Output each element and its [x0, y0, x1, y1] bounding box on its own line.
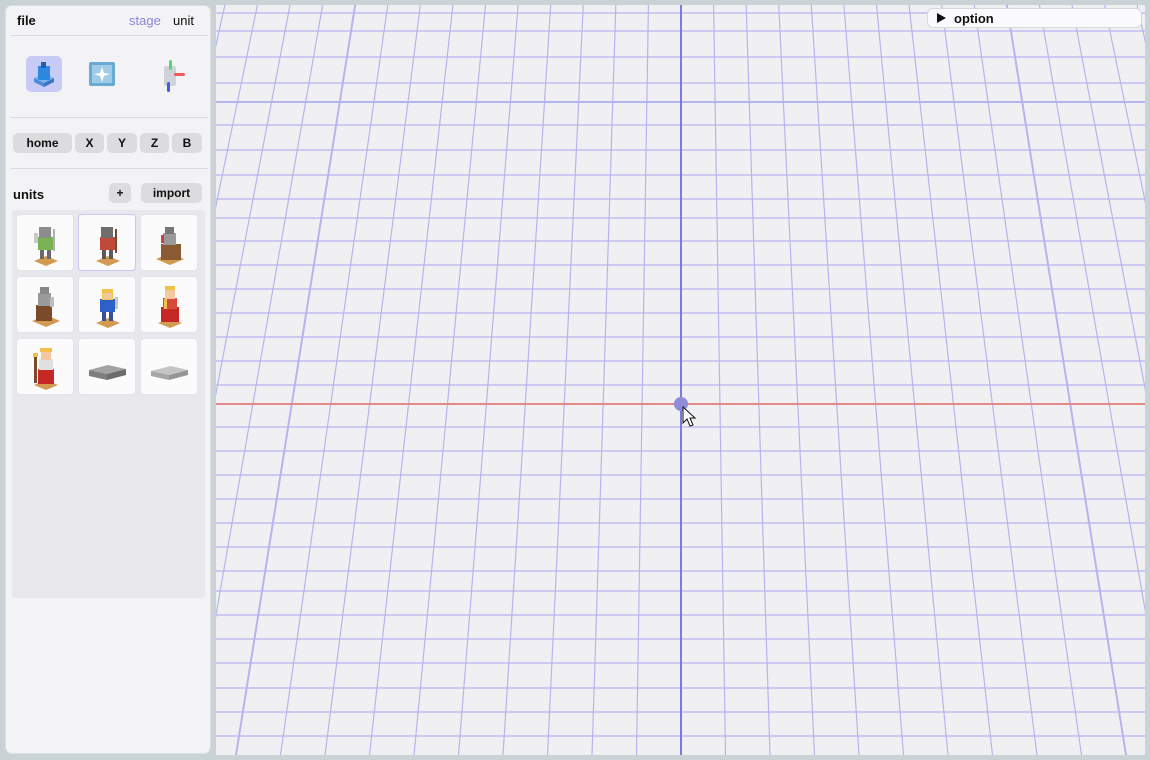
unit-item-gray-slab[interactable]: [78, 338, 136, 395]
origin-marker[interactable]: [674, 397, 688, 411]
unit-item-knight-horse[interactable]: [16, 276, 74, 333]
wizard-icon: [33, 348, 58, 390]
grid-line: [810, 5, 860, 755]
option-toggle[interactable]: option: [927, 8, 1142, 28]
grid-line: [875, 5, 949, 755]
grid-line: [324, 5, 421, 755]
divider: [10, 35, 208, 36]
unit-item-king-red[interactable]: [140, 276, 198, 333]
camera-home-button[interactable]: home: [13, 133, 72, 153]
grid-line: [413, 5, 487, 755]
unit-item-wizard[interactable]: [16, 338, 74, 395]
grid-line: [635, 5, 650, 755]
knight-green-icon: [34, 227, 58, 266]
grid-line: [1005, 5, 1127, 755]
move-gizmo-tool[interactable]: [152, 56, 188, 92]
add-unit-button[interactable]: +: [109, 183, 131, 203]
units-label: units: [13, 187, 45, 202]
place-block-tool[interactable]: [26, 56, 62, 92]
stage-tab[interactable]: stage: [129, 13, 161, 28]
unit-tab[interactable]: unit: [173, 13, 194, 28]
light-slab-icon: [151, 366, 188, 380]
grid-line: [712, 5, 727, 755]
camera-x-button[interactable]: X: [75, 133, 104, 153]
left-panel: file stage unit home X Y Z B units + imp…: [5, 5, 211, 754]
3d-viewport[interactable]: [216, 5, 1145, 755]
unit-list: [12, 210, 205, 598]
grid-line: [457, 5, 519, 755]
axis-gizmo-icon: [164, 60, 185, 92]
play-triangle-icon: [937, 13, 946, 23]
grid-line: [591, 5, 617, 755]
king-red-icon: [158, 286, 182, 328]
paint-tool[interactable]: [84, 56, 120, 92]
grid-line: [778, 5, 816, 755]
unit-item-knight-green[interactable]: [16, 214, 74, 271]
knight-red-icon: [96, 227, 120, 266]
blonde-hero-icon: [96, 289, 120, 328]
grid-line: [843, 5, 905, 755]
camera-b-button[interactable]: B: [172, 133, 202, 153]
import-button[interactable]: import: [141, 183, 202, 203]
sparkle-block-icon: [89, 62, 115, 86]
grid-line: [502, 5, 552, 755]
unit-item-knight-crate[interactable]: [140, 214, 198, 271]
unit-item-blonde-hero[interactable]: [78, 276, 136, 333]
camera-y-button[interactable]: Y: [107, 133, 137, 153]
grid-line: [1103, 5, 1145, 204]
file-menu[interactable]: file: [17, 13, 36, 28]
cube-cursor-icon: [34, 62, 54, 87]
floor-grid[interactable]: [216, 5, 1145, 755]
unit-item-knight-red[interactable]: [78, 214, 136, 271]
unit-item-light-slab[interactable]: [140, 338, 198, 395]
grid-line: [368, 5, 454, 755]
grid-line: [1038, 5, 1145, 613]
grid-line: [216, 5, 226, 48]
knight-horse-icon: [32, 287, 60, 327]
grid-line: [216, 5, 259, 209]
gray-slab-icon: [89, 365, 126, 380]
grid-line: [908, 5, 994, 755]
knight-crate-icon: [156, 227, 184, 265]
divider: [10, 168, 208, 169]
grid-line: [235, 5, 357, 755]
grid-line: [546, 5, 584, 755]
menu-bar: file stage unit: [6, 6, 210, 36]
divider: [10, 117, 208, 118]
option-label: option: [954, 11, 994, 26]
mouse-cursor-icon: [682, 405, 697, 427]
grid-line: [216, 5, 324, 619]
grid-line: [941, 5, 1038, 755]
grid-line: [745, 5, 771, 755]
camera-z-button[interactable]: Z: [140, 133, 169, 153]
